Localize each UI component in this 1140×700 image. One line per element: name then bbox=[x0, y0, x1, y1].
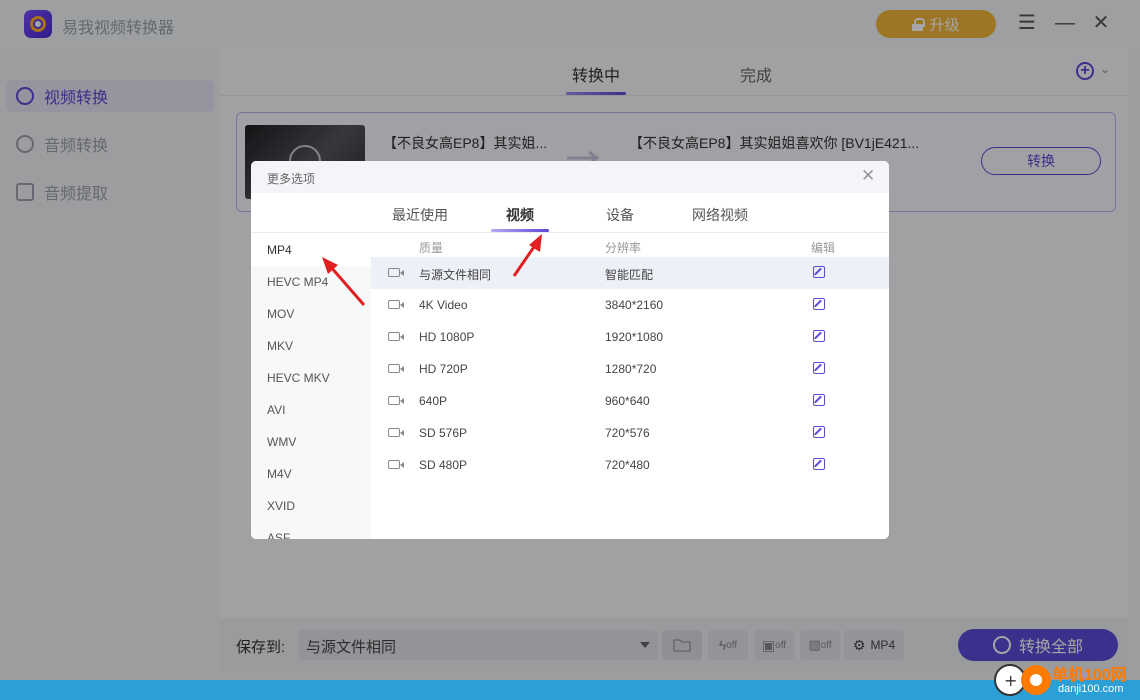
tab-active-indicator bbox=[491, 229, 549, 232]
quality-name: 640P bbox=[419, 394, 448, 408]
tab-recent[interactable]: 最近使用 bbox=[392, 205, 448, 225]
quality-name: 4K Video bbox=[419, 298, 468, 312]
video-camera-icon bbox=[388, 268, 404, 277]
watermark-url: danji100.com bbox=[1058, 683, 1124, 695]
format-item-hevc-mkv[interactable]: HEVC MKV bbox=[251, 362, 371, 394]
edit-icon[interactable] bbox=[813, 330, 825, 342]
dialog-title: 更多选项 bbox=[267, 172, 316, 186]
edit-icon[interactable] bbox=[813, 394, 825, 406]
format-item-asf[interactable]: ASF bbox=[251, 522, 371, 539]
video-camera-icon bbox=[388, 332, 404, 341]
format-item-xvid[interactable]: XVID bbox=[251, 490, 371, 522]
format-list: MP4 HEVC MP4 MOV MKV HEVC MKV AVI WMV M4… bbox=[251, 234, 371, 539]
svg-text:+: + bbox=[1004, 671, 1017, 690]
format-item-mp4[interactable]: MP4 bbox=[251, 234, 371, 266]
more-options-dialog: 更多选项 ✕ 最近使用 视频 设备 网络视频 MP4 HEVC MP4 MOV … bbox=[251, 161, 889, 539]
edit-icon[interactable] bbox=[813, 426, 825, 438]
column-header-quality: 质量 bbox=[419, 241, 444, 255]
column-header-edit: 编辑 bbox=[811, 241, 836, 255]
video-camera-icon bbox=[388, 460, 404, 469]
quality-row[interactable]: HD 1080P 1920*1080 bbox=[371, 321, 889, 353]
quality-name: HD 1080P bbox=[419, 330, 475, 344]
tab-device[interactable]: 设备 bbox=[606, 205, 634, 225]
tab-video[interactable]: 视频 bbox=[506, 205, 534, 225]
dialog-tabs: 最近使用 视频 设备 网络视频 bbox=[251, 193, 889, 233]
quality-row[interactable]: 与源文件相同 智能匹配 bbox=[371, 257, 889, 289]
quality-row[interactable]: SD 480P 720*480 bbox=[371, 449, 889, 481]
taskbar bbox=[0, 680, 1140, 700]
quality-name: 与源文件相同 bbox=[419, 268, 492, 282]
quality-resolution: 960*640 bbox=[605, 394, 650, 408]
quality-resolution: 3840*2160 bbox=[605, 298, 664, 312]
edit-icon[interactable] bbox=[813, 458, 825, 470]
format-item-mkv[interactable]: MKV bbox=[251, 330, 371, 362]
quality-name: HD 720P bbox=[419, 362, 468, 376]
format-item-hevc-mp4[interactable]: HEVC MP4 bbox=[251, 266, 371, 298]
watermark-brand: 单机100网 bbox=[1052, 667, 1127, 684]
quality-resolution: 1280*720 bbox=[605, 362, 657, 376]
close-icon[interactable]: ✕ bbox=[861, 167, 875, 185]
video-camera-icon bbox=[388, 428, 404, 437]
format-item-wmv[interactable]: WMV bbox=[251, 426, 371, 458]
edit-icon[interactable] bbox=[813, 266, 825, 278]
tab-web-video[interactable]: 网络视频 bbox=[692, 205, 748, 225]
edit-icon[interactable] bbox=[813, 298, 825, 310]
dialog-header: 更多选项 ✕ bbox=[251, 161, 889, 193]
format-item-avi[interactable]: AVI bbox=[251, 394, 371, 426]
edit-icon[interactable] bbox=[813, 362, 825, 374]
quality-resolution: 720*480 bbox=[605, 458, 650, 472]
quality-row[interactable]: SD 576P 720*576 bbox=[371, 417, 889, 449]
quality-row[interactable]: HD 720P 1280*720 bbox=[371, 353, 889, 385]
format-item-mov[interactable]: MOV bbox=[251, 298, 371, 330]
quality-row[interactable]: 4K Video 3840*2160 bbox=[371, 289, 889, 321]
video-camera-icon bbox=[388, 364, 404, 373]
video-camera-icon bbox=[388, 300, 404, 309]
quality-resolution: 1920*1080 bbox=[605, 330, 664, 344]
quality-resolution: 智能匹配 bbox=[605, 268, 654, 282]
quality-name: SD 576P bbox=[419, 426, 468, 440]
quality-name: SD 480P bbox=[419, 458, 468, 472]
format-item-m4v[interactable]: M4V bbox=[251, 458, 371, 490]
column-header-resolution: 分辨率 bbox=[605, 241, 642, 255]
quality-resolution: 720*576 bbox=[605, 426, 650, 440]
quality-row[interactable]: 640P 960*640 bbox=[371, 385, 889, 417]
video-camera-icon bbox=[388, 396, 404, 405]
